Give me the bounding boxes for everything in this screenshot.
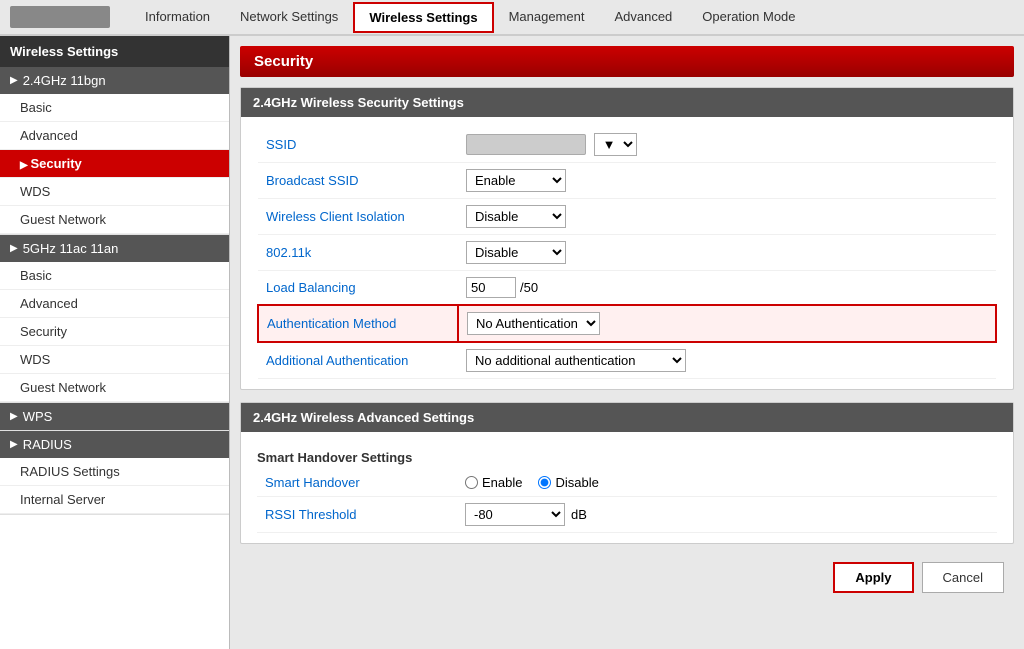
nav-wireless-settings[interactable]: Wireless Settings bbox=[353, 2, 493, 33]
rssi-value: -80 -70 -60 -50 dB bbox=[457, 497, 997, 533]
bottom-bar: Apply Cancel bbox=[240, 556, 1014, 599]
additional-auth-value: No additional authentication WISPr bbox=[458, 342, 996, 379]
nav-management[interactable]: Management bbox=[494, 2, 600, 33]
nav-advanced[interactable]: Advanced bbox=[599, 2, 687, 33]
sidebar-group-label-5ghz: 5GHz 11ac 11an bbox=[23, 241, 119, 256]
sidebar-group-header-wps[interactable]: ▶ WPS bbox=[0, 403, 229, 430]
rssi-select[interactable]: -80 -70 -60 -50 bbox=[465, 503, 565, 526]
table-row-rssi: RSSI Threshold -80 -70 -60 -50 d bbox=[257, 497, 997, 533]
80211k-select[interactable]: Disable Enable bbox=[466, 241, 566, 264]
main-layout: Wireless Settings ▶ 2.4GHz 11bgn Basic A… bbox=[0, 36, 1024, 649]
nav-information[interactable]: Information bbox=[130, 2, 225, 33]
rssi-unit: dB bbox=[571, 507, 587, 522]
sidebar-group-label-radius: RADIUS bbox=[23, 437, 72, 452]
auth-method-select[interactable]: No Authentication WPA WPA2 WEP bbox=[467, 312, 600, 335]
nav-network-settings[interactable]: Network Settings bbox=[225, 2, 353, 33]
table-row-client-isolation: Wireless Client Isolation Disable Enable bbox=[258, 199, 996, 235]
smart-handover-enable-label[interactable]: Enable bbox=[465, 475, 522, 490]
client-isolation-label: Wireless Client Isolation bbox=[258, 199, 458, 235]
smart-handover-label: Smart Handover bbox=[257, 469, 457, 497]
cancel-button[interactable]: Cancel bbox=[922, 562, 1004, 593]
load-balancing-label: Load Balancing bbox=[258, 271, 458, 306]
sidebar-group-header-radius[interactable]: ▶ RADIUS bbox=[0, 431, 229, 458]
table-row-80211k: 802.11k Disable Enable bbox=[258, 235, 996, 271]
load-balance-group: /50 bbox=[466, 277, 988, 298]
arrow-icon-24ghz: ▶ bbox=[10, 75, 18, 86]
arrow-icon-5ghz: ▶ bbox=[10, 243, 18, 254]
sidebar-item-5ghz-wds[interactable]: WDS bbox=[0, 346, 229, 374]
ssid-label: SSID bbox=[258, 127, 458, 163]
broadcast-ssid-select[interactable]: Enable Disable bbox=[466, 169, 566, 192]
sidebar-item-5ghz-advanced[interactable]: Advanced bbox=[0, 290, 229, 318]
sidebar-item-5ghz-basic[interactable]: Basic bbox=[0, 262, 229, 290]
client-isolation-value: Disable Enable bbox=[458, 199, 996, 235]
load-balancing-value: /50 bbox=[458, 271, 996, 306]
sidebar-group-wps: ▶ WPS bbox=[0, 403, 229, 431]
section-wireless-advanced-header: 2.4GHz Wireless Advanced Settings bbox=[241, 403, 1013, 432]
advanced-settings-table: Smart Handover Enable Disable bbox=[257, 469, 997, 533]
section-wireless-security-body: SSID ■ ■ ■■■■■■■ ▼ Broadcast SSID Enable bbox=[241, 117, 1013, 389]
sidebar-group-header-5ghz[interactable]: ▶ 5GHz 11ac 11an bbox=[0, 235, 229, 262]
sidebar-group-header-24ghz[interactable]: ▶ 2.4GHz 11bgn bbox=[0, 67, 229, 94]
sidebar-item-radius-settings[interactable]: RADIUS Settings bbox=[0, 458, 229, 486]
auth-method-value: No Authentication WPA WPA2 WEP bbox=[458, 305, 996, 342]
ssid-select[interactable]: ▼ bbox=[594, 133, 637, 156]
section-wireless-advanced-body: Smart Handover Settings Smart Handover E… bbox=[241, 432, 1013, 543]
smart-handover-subsection-label: Smart Handover Settings bbox=[257, 442, 997, 469]
additional-auth-label: Additional Authentication bbox=[258, 342, 458, 379]
sidebar-item-5ghz-security[interactable]: Security bbox=[0, 318, 229, 346]
page-title: Security bbox=[240, 46, 1014, 77]
content-area: Security 2.4GHz Wireless Security Settin… bbox=[230, 36, 1024, 649]
table-row-additional-auth: Additional Authentication No additional … bbox=[258, 342, 996, 379]
smart-handover-enable-radio[interactable] bbox=[465, 476, 478, 489]
sidebar-group-24ghz: ▶ 2.4GHz 11bgn Basic Advanced Security W… bbox=[0, 67, 229, 235]
sidebar-item-24ghz-basic[interactable]: Basic bbox=[0, 94, 229, 122]
smart-handover-disable-radio[interactable] bbox=[538, 476, 551, 489]
sidebar-item-24ghz-wds[interactable]: WDS bbox=[0, 178, 229, 206]
80211k-label: 802.11k bbox=[258, 235, 458, 271]
sidebar-group-label-wps: WPS bbox=[23, 409, 53, 424]
arrow-icon-radius: ▶ bbox=[10, 439, 18, 450]
rssi-group: -80 -70 -60 -50 dB bbox=[465, 503, 989, 526]
table-row-ssid: SSID ■ ■ ■■■■■■■ ▼ bbox=[258, 127, 996, 163]
table-row-smart-handover: Smart Handover Enable Disable bbox=[257, 469, 997, 497]
table-row-auth-method: Authentication Method No Authentication … bbox=[258, 305, 996, 342]
logo bbox=[10, 6, 110, 28]
broadcast-ssid-label: Broadcast SSID bbox=[258, 163, 458, 199]
sidebar-item-24ghz-guest-network[interactable]: Guest Network bbox=[0, 206, 229, 234]
broadcast-ssid-value: Enable Disable bbox=[458, 163, 996, 199]
nav-operation-mode[interactable]: Operation Mode bbox=[687, 2, 810, 33]
top-navigation: Information Network Settings Wireless Se… bbox=[0, 0, 1024, 36]
sidebar-group-radius: ▶ RADIUS RADIUS Settings Internal Server bbox=[0, 431, 229, 515]
sidebar-group-label-24ghz: 2.4GHz 11bgn bbox=[23, 73, 106, 88]
smart-handover-value: Enable Disable bbox=[457, 469, 997, 497]
table-row-broadcast-ssid: Broadcast SSID Enable Disable bbox=[258, 163, 996, 199]
arrow-icon-wps: ▶ bbox=[10, 411, 18, 422]
sidebar-item-24ghz-advanced[interactable]: Advanced bbox=[0, 122, 229, 150]
sidebar-item-24ghz-security[interactable]: Security bbox=[0, 150, 229, 178]
section-wireless-advanced: 2.4GHz Wireless Advanced Settings Smart … bbox=[240, 402, 1014, 544]
auth-method-label: Authentication Method bbox=[258, 305, 458, 342]
sidebar-item-5ghz-guest-network[interactable]: Guest Network bbox=[0, 374, 229, 402]
section-wireless-security: 2.4GHz Wireless Security Settings SSID ■… bbox=[240, 87, 1014, 390]
load-balance-input[interactable] bbox=[466, 277, 516, 298]
ssid-display: ■ ■ ■■■■■■■ bbox=[466, 134, 586, 155]
table-row-load-balancing: Load Balancing /50 bbox=[258, 271, 996, 306]
client-isolation-select[interactable]: Disable Enable bbox=[466, 205, 566, 228]
sidebar-header: Wireless Settings bbox=[0, 36, 229, 67]
security-settings-table: SSID ■ ■ ■■■■■■■ ▼ Broadcast SSID Enable bbox=[257, 127, 997, 379]
sidebar: Wireless Settings ▶ 2.4GHz 11bgn Basic A… bbox=[0, 36, 230, 649]
sidebar-item-internal-server[interactable]: Internal Server bbox=[0, 486, 229, 514]
ssid-value: ■ ■ ■■■■■■■ ▼ bbox=[458, 127, 996, 163]
load-balance-separator: /50 bbox=[520, 280, 538, 295]
rssi-label: RSSI Threshold bbox=[257, 497, 457, 533]
sidebar-group-5ghz: ▶ 5GHz 11ac 11an Basic Advanced Security… bbox=[0, 235, 229, 403]
smart-handover-disable-label[interactable]: Disable bbox=[538, 475, 598, 490]
apply-button[interactable]: Apply bbox=[833, 562, 913, 593]
80211k-value: Disable Enable bbox=[458, 235, 996, 271]
nav-items: Information Network Settings Wireless Se… bbox=[130, 2, 811, 33]
additional-auth-select[interactable]: No additional authentication WISPr bbox=[466, 349, 686, 372]
smart-handover-radio-group: Enable Disable bbox=[465, 475, 989, 490]
section-wireless-security-header: 2.4GHz Wireless Security Settings bbox=[241, 88, 1013, 117]
